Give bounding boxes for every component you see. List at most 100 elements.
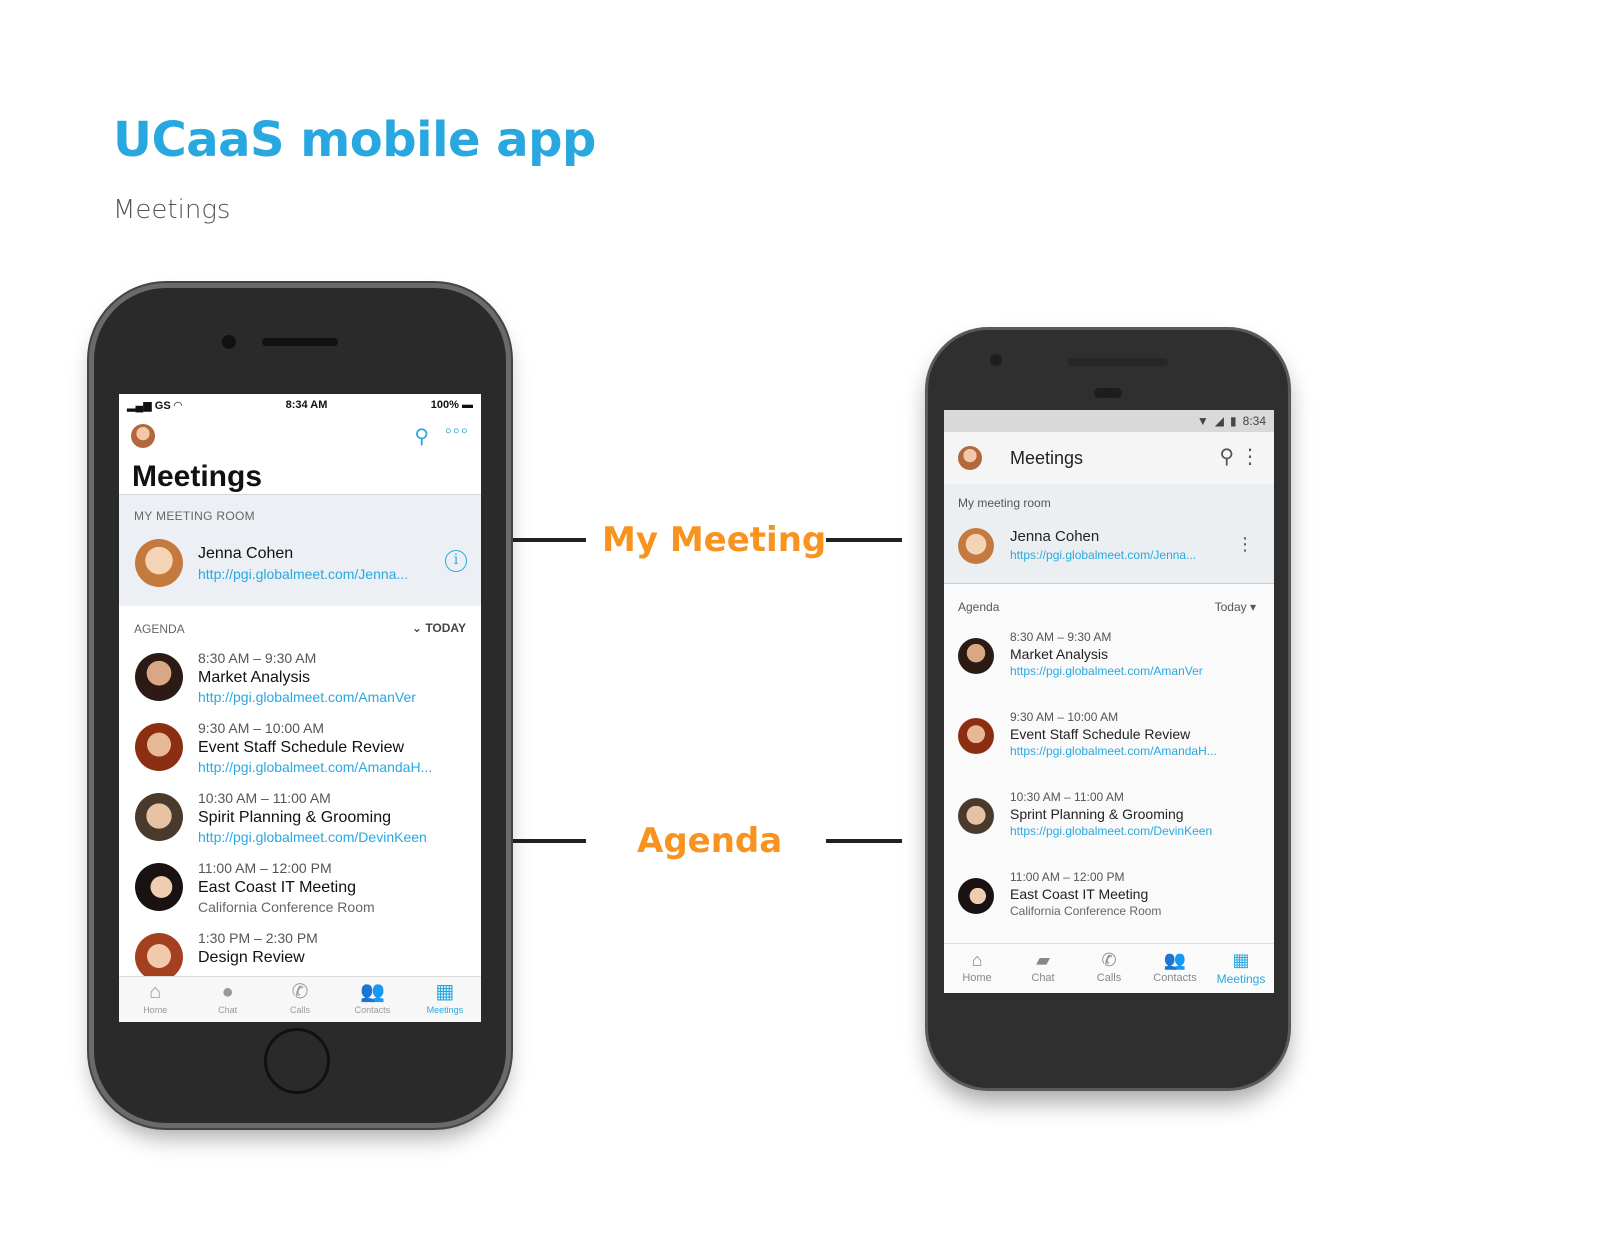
app-header: ⚲ ◦◦◦ Meetings: [119, 416, 481, 494]
info-icon[interactable]: i: [445, 550, 467, 572]
page-subtitle: Meetings: [113, 195, 231, 225]
meeting-location: California Conference Room: [1010, 904, 1162, 918]
overflow-menu-icon[interactable]: ⋮: [1236, 534, 1254, 555]
agenda-header: AGENDA ⌄ TODAY: [119, 606, 481, 646]
meeting-title: East Coast IT Meeting: [198, 879, 356, 896]
meeting-link[interactable]: https://pgi.globalmeet.com/AmandaH...: [1010, 744, 1217, 758]
profile-avatar[interactable]: [958, 446, 982, 470]
meeting-title: Spirit Planning & Grooming: [198, 809, 391, 826]
meeting-time: 9:30 AM – 10:00 AM: [198, 720, 325, 736]
page-title: UCaaS mobile app: [113, 112, 596, 168]
phone-icon: ✆: [291, 981, 309, 1003]
room-link[interactable]: http://pgi.globalmeet.com/Jenna...: [198, 566, 408, 582]
home-icon: ⌂: [971, 950, 983, 970]
callout-line-left: [510, 839, 586, 843]
tab-meetings[interactable]: ▦ Meetings: [409, 977, 481, 1022]
meeting-time: 10:30 AM – 11:00 AM: [198, 790, 331, 806]
room-link[interactable]: https://pgi.globalmeet.com/Jenna...: [1010, 548, 1196, 562]
phone-icon: ✆: [1101, 950, 1117, 970]
earpiece-speaker: [262, 338, 338, 346]
meeting-time: 9:30 AM – 10:00 AM: [1010, 710, 1119, 724]
avatar: [135, 863, 183, 911]
tab-calls[interactable]: ✆ Calls: [1076, 944, 1142, 993]
callout-line-left: [510, 538, 586, 542]
search-icon[interactable]: ⚲: [414, 424, 429, 449]
tab-contacts[interactable]: 👥 Contacts: [336, 977, 408, 1022]
android-device: ▼ ◢ ▮ 8:34 Meetings ⚲ ⋮ My meeting room …: [928, 330, 1288, 1088]
profile-avatar[interactable]: [131, 424, 155, 448]
overflow-menu-icon[interactable]: ⋮: [1240, 444, 1260, 469]
list-item[interactable]: 8:30 AM – 9:30 AM Market Analysis http:/…: [119, 646, 481, 716]
callout-my-meeting: My Meeting: [602, 520, 827, 560]
tab-meetings[interactable]: ▦ Meetings: [1208, 944, 1274, 993]
meeting-title: Event Staff Schedule Review: [198, 739, 405, 756]
agenda-filter[interactable]: ⌄ TODAY: [412, 621, 466, 635]
avatar: [958, 878, 994, 914]
my-meeting-room[interactable]: My meeting room Jenna Cohen https://pgi.…: [944, 484, 1274, 584]
agenda-filter[interactable]: Today ▾: [1215, 600, 1256, 614]
meeting-time: 1:30 PM – 2:30 PM: [198, 930, 318, 946]
android-screen: ▼ ◢ ▮ 8:34 Meetings ⚲ ⋮ My meeting room …: [944, 410, 1274, 993]
contacts-icon: 👥: [1163, 950, 1187, 970]
list-item[interactable]: 9:30 AM – 10:00 AM Event Staff Schedule …: [944, 708, 1274, 788]
list-item[interactable]: 10:30 AM – 11:00 AM Sprint Planning & Gr…: [944, 788, 1274, 868]
proximity-sensor: [1094, 388, 1122, 398]
avatar: [135, 933, 183, 981]
tab-home[interactable]: ⌂ Home: [944, 944, 1010, 993]
carrier-signal: ▂▄▆ GS ◠: [127, 399, 183, 412]
tab-chat[interactable]: ● Chat: [191, 977, 263, 1022]
status-time: 8:34 AM: [285, 399, 328, 411]
chat-icon: ●: [221, 981, 234, 1003]
list-item[interactable]: 11:00 AM – 12:00 PM East Coast IT Meetin…: [944, 868, 1274, 948]
list-item[interactable]: 10:30 AM – 11:00 AM Spirit Planning & Gr…: [119, 786, 481, 856]
more-icon[interactable]: ◦◦◦: [445, 420, 469, 443]
callout-line-right: [826, 839, 902, 843]
battery-status: 100% ▬: [430, 399, 473, 411]
meeting-link[interactable]: http://pgi.globalmeet.com/AmanVer: [198, 689, 416, 705]
status-bar: ▂▄▆ GS ◠ 8:34 AM 100% ▬: [119, 394, 481, 416]
meeting-link[interactable]: https://pgi.globalmeet.com/AmanVer: [1010, 664, 1203, 678]
meeting-time: 11:00 AM – 12:00 PM: [198, 860, 332, 876]
battery-icon: ▮: [1230, 414, 1237, 428]
meeting-time: 11:00 AM – 12:00 PM: [1010, 870, 1125, 884]
tab-home[interactable]: ⌂ Home: [119, 977, 191, 1022]
front-camera: [222, 335, 236, 349]
meeting-link[interactable]: http://pgi.globalmeet.com/AmandaH...: [198, 759, 432, 775]
list-item[interactable]: 8:30 AM – 9:30 AM Market Analysis https:…: [944, 628, 1274, 708]
section-label: AGENDA: [134, 622, 185, 636]
search-icon[interactable]: ⚲: [1219, 444, 1234, 469]
meeting-title: Market Analysis: [1010, 646, 1109, 662]
dropdown-arrow-icon: ▾: [1246, 600, 1256, 614]
meeting-link[interactable]: http://pgi.globalmeet.com/DevinKeen: [198, 829, 427, 845]
callout-agenda: Agenda: [637, 821, 783, 861]
meeting-time: 10:30 AM – 11:00 AM: [1010, 790, 1124, 804]
room-owner-name: Jenna Cohen: [198, 545, 294, 562]
bottom-navigation: ⌂ Home ▰ Chat ✆ Calls 👥 Contacts ▦ Meetings: [944, 943, 1274, 993]
signal-icon: ▂▄▆: [127, 399, 155, 412]
section-label: My meeting room: [958, 496, 1051, 510]
avatar: [958, 798, 994, 834]
tab-calls[interactable]: ✆ Calls: [264, 977, 336, 1022]
meeting-title: Event Staff Schedule Review: [1010, 726, 1191, 742]
meeting-link[interactable]: https://pgi.globalmeet.com/DevinKeen: [1010, 824, 1212, 838]
room-owner-name: Jenna Cohen: [1010, 528, 1100, 545]
meeting-title: Design Review: [198, 949, 305, 966]
tab-bar: ⌂ Home ● Chat ✆ Calls 👥 Contacts ▦ Meetings: [119, 976, 481, 1022]
tab-contacts[interactable]: 👥 Contacts: [1142, 944, 1208, 993]
list-item[interactable]: 9:30 AM – 10:00 AM Event Staff Schedule …: [119, 716, 481, 786]
page-heading: Meetings: [132, 460, 263, 493]
chat-icon: ▰: [1036, 950, 1050, 970]
contacts-icon: 👥: [359, 981, 385, 1003]
list-item[interactable]: 11:00 AM – 12:00 PM East Coast IT Meetin…: [119, 856, 481, 926]
avatar: [958, 718, 994, 754]
iphone-device: ▂▄▆ GS ◠ 8:34 AM 100% ▬ ⚲ ◦◦◦ Meetings M…: [94, 288, 506, 1123]
meeting-title: Sprint Planning & Grooming: [1010, 806, 1184, 822]
meeting-time: 8:30 AM – 9:30 AM: [198, 650, 317, 666]
meeting-location: California Conference Room: [198, 899, 375, 915]
my-meeting-room[interactable]: MY MEETING ROOM Jenna Cohen http://pgi.g…: [119, 494, 481, 606]
home-button[interactable]: [264, 1028, 330, 1094]
tab-chat[interactable]: ▰ Chat: [1010, 944, 1076, 993]
avatar: [135, 653, 183, 701]
section-label: MY MEETING ROOM: [134, 509, 255, 523]
section-label: Agenda: [958, 600, 1000, 614]
